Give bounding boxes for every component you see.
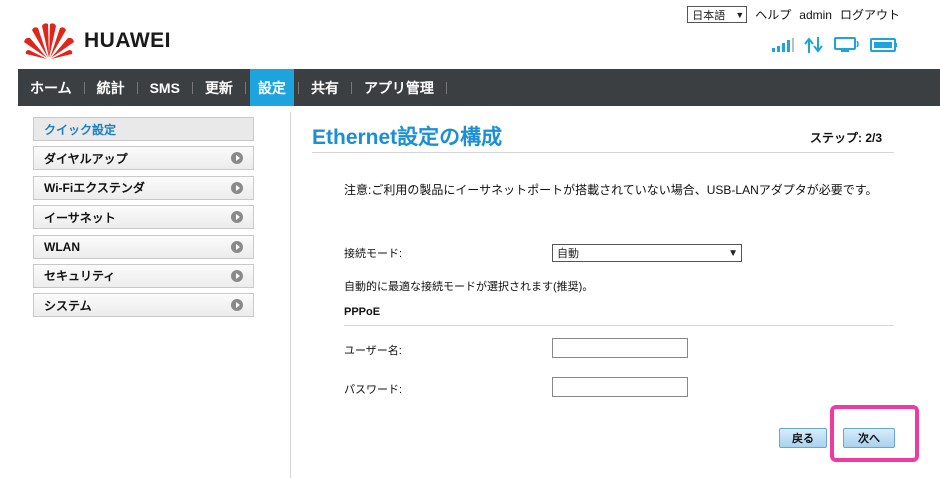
sidebar-item-label: Wi-Fiエクステンダ — [44, 181, 145, 196]
user-link[interactable]: admin — [799, 8, 832, 22]
chevron-right-icon — [231, 152, 243, 165]
huawei-logo: HUAWEI — [22, 22, 171, 60]
status-icons — [772, 37, 898, 53]
language-value: 日本語 — [692, 9, 726, 22]
battery-icon — [870, 38, 897, 52]
chevron-right-icon — [231, 211, 243, 224]
sidebar-item-label: セキュリティ — [44, 269, 116, 284]
step-indicator: ステップ: 2/3 — [809, 131, 882, 145]
notice-text: 注意:ご利用の製品にイーサネットポートが搭載されていない場合、USB-LANアダ… — [344, 183, 878, 197]
sidebar-item-label: WLAN — [44, 239, 80, 254]
sidebar-item-wlan[interactable]: WLAN — [33, 234, 254, 259]
brand-name: HUAWEI — [84, 29, 171, 52]
chevron-right-icon — [231, 240, 243, 253]
sidebar-item-system[interactable]: システム — [33, 293, 254, 318]
nav-item-sms[interactable]: SMS — [138, 69, 192, 106]
data-transfer-icon — [804, 37, 823, 53]
sidebar-item-label: クイック設定 — [44, 122, 117, 137]
sidebar-item-security[interactable]: セキュリティ — [33, 263, 254, 288]
connection-mode-value: 自動 — [557, 248, 579, 260]
main-nav: ホーム 統計 SMS 更新 設定 共有 アプリ管理 — [18, 69, 940, 106]
chevron-right-icon — [231, 269, 243, 282]
language-select[interactable]: 日本語 ▼ — [687, 6, 748, 23]
sidebar-item-label: ダイヤルアップ — [44, 151, 128, 166]
chevron-right-icon — [231, 299, 243, 312]
monitor-icon — [834, 37, 859, 52]
sidebar-item-wifi-extender[interactable]: Wi-Fiエクステンダ — [33, 175, 254, 200]
nav-item-home[interactable]: ホーム — [18, 69, 84, 106]
huawei-flower-icon — [24, 23, 74, 59]
connection-mode-select[interactable]: 自動 ▼ — [552, 244, 742, 262]
nav-item-statistics[interactable]: 統計 — [85, 69, 137, 106]
signal-icon — [772, 38, 794, 52]
content-divider — [290, 112, 291, 478]
section-divider — [344, 325, 894, 326]
sidebar-item-label: イーサネット — [44, 210, 116, 225]
nav-item-app-management[interactable]: アプリ管理 — [352, 69, 446, 106]
username-input[interactable] — [552, 338, 688, 358]
connection-mode-label: 接続モード: — [344, 248, 403, 260]
chevron-down-icon: ▼ — [728, 247, 738, 259]
nav-separator — [445, 81, 447, 94]
sidebar-item-ethernet[interactable]: イーサネット — [33, 205, 254, 230]
nav-item-settings[interactable]: 設定 — [249, 69, 294, 106]
password-label: パスワード: — [344, 384, 403, 396]
nav-item-share[interactable]: 共有 — [299, 69, 351, 106]
mode-hint: 自動的に最適な接続モードが選択されます(推奨)。 — [344, 281, 594, 293]
password-input[interactable] — [552, 377, 688, 397]
back-button[interactable]: 戻る — [779, 428, 827, 448]
header: HUAWEI 日本語 ▼ ヘルプ admin ログアウト — [0, 0, 940, 69]
page-title: Ethernet設定の構成 — [312, 126, 503, 149]
pppoe-section-title: PPPoE — [344, 306, 381, 318]
username-label: ユーザー名: — [344, 345, 402, 357]
help-link[interactable]: ヘルプ — [755, 6, 791, 23]
next-button-highlight — [830, 405, 919, 462]
sidebar-item-quick-setup[interactable]: クイック設定 — [33, 117, 254, 141]
top-links: 日本語 ▼ ヘルプ admin ログアウト — [687, 6, 900, 23]
sidebar-item-label: システム — [44, 298, 92, 313]
sidebar-item-dialup[interactable]: ダイヤルアップ — [33, 146, 254, 171]
logout-link[interactable]: ログアウト — [840, 6, 900, 23]
chevron-right-icon — [231, 181, 243, 194]
chevron-down-icon: ▼ — [735, 9, 745, 20]
settings-sidebar: クイック設定 ダイヤルアップ Wi-Fiエクステンダ イーサネット WLAN セ… — [33, 117, 254, 323]
title-divider — [312, 152, 894, 153]
nav-item-update[interactable]: 更新 — [193, 69, 245, 106]
nav-separator — [244, 81, 246, 94]
